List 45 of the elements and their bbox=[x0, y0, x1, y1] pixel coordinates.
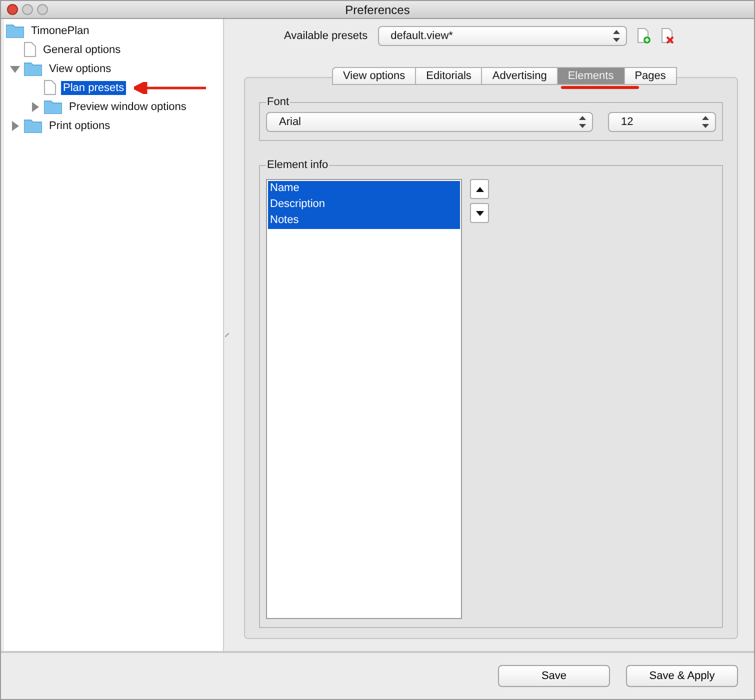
group-title: Font bbox=[266, 96, 290, 108]
updown-arrows-icon bbox=[702, 116, 709, 128]
tree-item[interactable]: Plan presets bbox=[61, 80, 126, 94]
tree-item[interactable]: Preview window options bbox=[67, 100, 188, 114]
list-item[interactable]: Notes bbox=[268, 213, 460, 229]
document-icon bbox=[24, 42, 36, 57]
tree-item[interactable]: Print options bbox=[47, 118, 112, 132]
document-icon bbox=[44, 80, 56, 95]
add-document-icon[interactable] bbox=[636, 28, 651, 44]
folder-icon bbox=[24, 62, 42, 76]
splitter-handle-icon[interactable] bbox=[225, 333, 230, 337]
move-down-button[interactable] bbox=[470, 203, 489, 223]
font-family-dropdown[interactable]: Arial bbox=[266, 112, 593, 132]
delete-document-icon[interactable] bbox=[660, 28, 675, 44]
save-button[interactable]: Save bbox=[498, 665, 610, 687]
updown-arrows-icon bbox=[579, 116, 586, 128]
minimize-button[interactable] bbox=[22, 4, 33, 15]
tree-item[interactable]: View options bbox=[47, 62, 114, 76]
move-up-button[interactable] bbox=[470, 179, 489, 199]
tab[interactable]: Editorials bbox=[416, 67, 482, 85]
group-title: Element info bbox=[266, 159, 330, 171]
save-apply-button[interactable]: Save & Apply bbox=[626, 665, 738, 687]
folder-icon bbox=[6, 24, 24, 38]
presets-label: Available presets bbox=[284, 30, 368, 42]
collapsed-triangle-icon[interactable] bbox=[30, 102, 40, 112]
folder-icon bbox=[24, 118, 42, 132]
folder-icon bbox=[44, 100, 62, 114]
font-size-dropdown[interactable]: 12 bbox=[608, 112, 716, 132]
pointer-arrow-icon bbox=[134, 82, 206, 94]
collapsed-triangle-icon[interactable] bbox=[10, 120, 20, 130]
tree-item[interactable]: TimonePlan bbox=[29, 24, 92, 38]
tab[interactable]: Advertising bbox=[482, 67, 558, 85]
presets-dropdown[interactable]: default.view* bbox=[378, 26, 627, 46]
up-arrow-icon bbox=[476, 186, 484, 192]
close-button[interactable] bbox=[7, 4, 18, 15]
window-title: Preferences bbox=[345, 2, 410, 16]
list-item[interactable]: Name bbox=[268, 181, 460, 197]
expanded-triangle-icon[interactable] bbox=[10, 64, 20, 74]
tree-item[interactable]: General options bbox=[41, 42, 123, 56]
list-item[interactable]: Description bbox=[268, 197, 460, 213]
zoom-button[interactable] bbox=[37, 4, 48, 15]
tab[interactable]: Pages bbox=[624, 67, 677, 85]
tab[interactable]: View options bbox=[332, 67, 416, 85]
down-arrow-icon bbox=[476, 210, 484, 216]
updown-arrows-icon bbox=[612, 30, 620, 42]
